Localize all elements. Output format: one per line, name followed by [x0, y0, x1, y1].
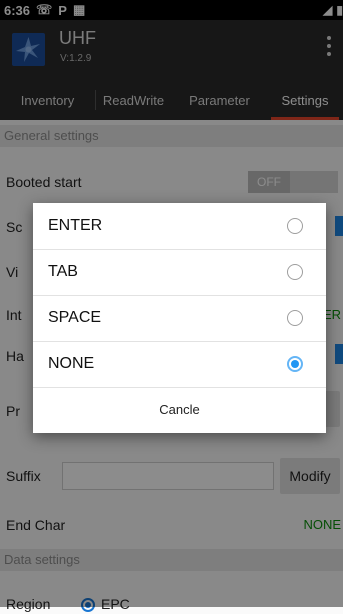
option-tab[interactable]: TAB: [33, 249, 326, 296]
option-tab-radio[interactable]: [287, 264, 303, 280]
option-enter-radio[interactable]: [287, 218, 303, 234]
cancel-button[interactable]: Cancle: [33, 387, 326, 433]
end-char-dialog: ENTER TAB SPACE NONE Cancle: [33, 203, 326, 433]
option-space[interactable]: SPACE: [33, 295, 326, 342]
option-enter[interactable]: ENTER: [33, 203, 326, 250]
option-none-label: NONE: [48, 355, 95, 372]
option-enter-label: ENTER: [48, 217, 103, 234]
option-none[interactable]: NONE: [33, 341, 326, 388]
option-space-label: SPACE: [48, 309, 102, 326]
option-none-radio[interactable]: [287, 356, 303, 372]
option-tab-label: TAB: [48, 263, 78, 280]
option-space-radio[interactable]: [287, 310, 303, 326]
